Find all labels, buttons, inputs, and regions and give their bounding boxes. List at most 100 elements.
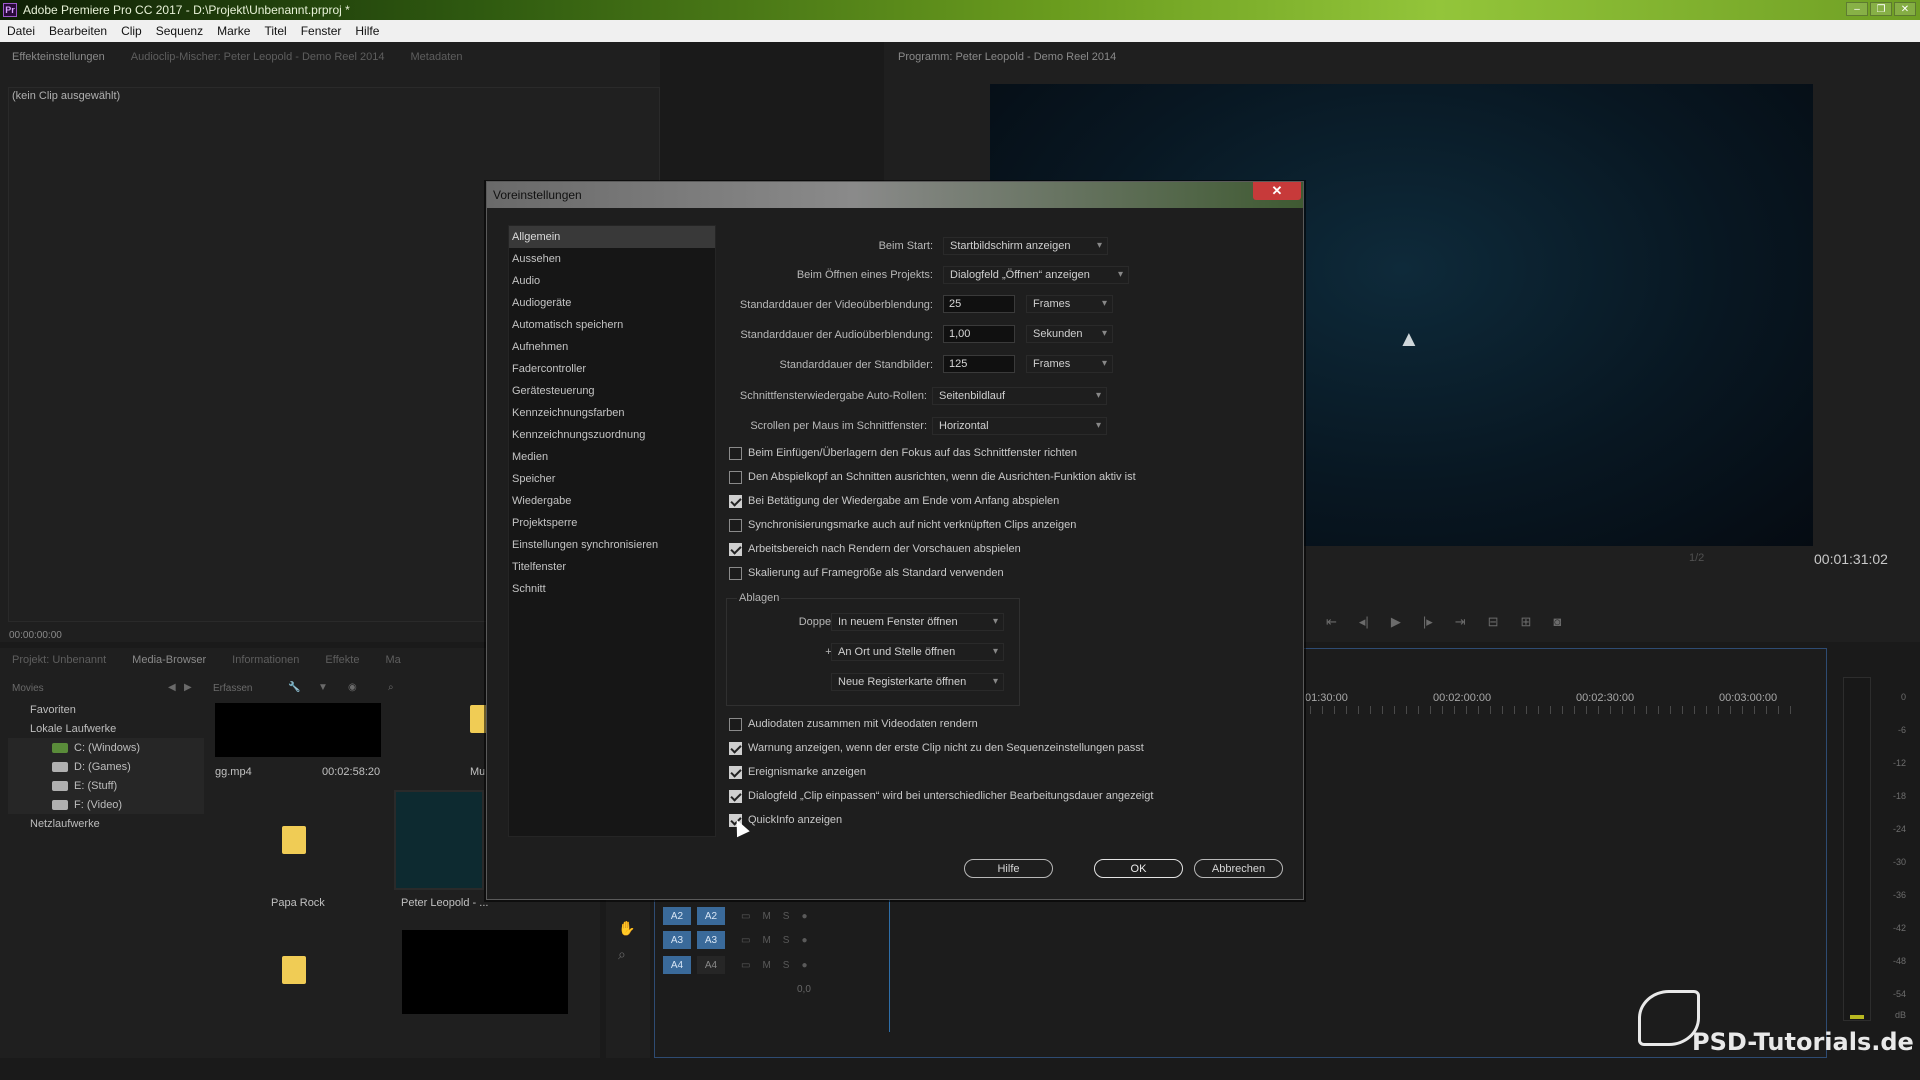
audio-dur-unit-select[interactable]: Sekunden ▾	[1026, 325, 1113, 343]
track-target-a3[interactable]: A3	[697, 931, 725, 949]
back-arrow-icon[interactable]: ◀	[168, 682, 176, 693]
media-thumbnail[interactable]	[402, 930, 568, 1014]
still-dur-unit-select[interactable]: Frames ▾	[1026, 355, 1113, 373]
menu-fenster[interactable]: Fenster	[294, 24, 349, 38]
checkbox-row[interactable]: Audiodaten zusammen mit Videodaten rende…	[729, 716, 978, 732]
checkbox-checked[interactable]	[729, 789, 742, 803]
category-item[interactable]: Projektsperre	[509, 512, 715, 534]
strg-select[interactable]: An Ort und Stelle öffnen ▾	[831, 643, 1004, 661]
tab-more[interactable]: Ma	[373, 654, 414, 666]
effect-timecode[interactable]: 00:00:00:00	[9, 630, 62, 641]
alt-select[interactable]: Neue Registerkarte öffnen ▾	[831, 673, 1004, 691]
timeline-ruler[interactable]	[1310, 706, 1800, 714]
media-thumbnail-selected[interactable]	[394, 790, 484, 890]
checkbox-row[interactable]: Dialogfeld „Clip einpassen“ wird bei unt…	[729, 788, 1153, 804]
checkbox[interactable]	[729, 566, 742, 580]
menu-bearbeiten[interactable]: Bearbeiten	[42, 24, 114, 38]
menu-clip[interactable]: Clip	[114, 24, 149, 38]
category-item[interactable]: Medien	[509, 446, 715, 468]
menu-datei[interactable]: Datei	[0, 24, 42, 38]
checkbox-row[interactable]: Beim Einfügen/Überlagern den Fokus auf d…	[729, 445, 1077, 461]
track-controls[interactable]: ▭MS●	[741, 960, 820, 971]
category-item[interactable]: Wiedergabe	[509, 490, 715, 512]
tab-effekte[interactable]: Effekte	[313, 654, 373, 666]
track-source-a2[interactable]: A2	[663, 907, 691, 925]
menu-marke[interactable]: Marke	[210, 24, 257, 38]
tab-audioclip-mischer[interactable]: Audioclip-Mischer: Peter Leopold - Demo …	[119, 51, 399, 63]
help-button[interactable]: Hilfe	[964, 859, 1053, 878]
hand-tool-icon[interactable]: ✋	[618, 920, 635, 937]
track-controls[interactable]: ▭MS●	[741, 911, 820, 922]
tab-media-browser[interactable]: Media-Browser	[120, 654, 220, 666]
still-dur-input[interactable]: 125	[943, 355, 1015, 373]
overwrite-icon[interactable]: ⊞	[1521, 614, 1532, 630]
erfassen-checkbox[interactable]: Erfassen	[213, 683, 252, 694]
camera-icon[interactable]: ◙	[1553, 614, 1561, 630]
track-target-a4[interactable]: A4	[697, 956, 725, 974]
video-dur-unit-select[interactable]: Frames ▾	[1026, 295, 1113, 313]
checkbox-checked[interactable]	[729, 741, 742, 755]
checkbox-row[interactable]: Warnung anzeigen, wenn der erste Clip ni…	[729, 740, 1144, 756]
beim-oeffnen-select[interactable]: Dialogfeld „Öffnen“ anzeigen ▾	[943, 266, 1129, 284]
checkbox-row[interactable]: Skalierung auf Framegröße als Standard v…	[729, 565, 1004, 581]
tree-drive-d[interactable]: D: (Games)	[8, 757, 204, 776]
tree-netzlaufwerke[interactable]: Netzlaufwerke	[8, 814, 204, 833]
autoroll-select[interactable]: Seitenbildlauf ▾	[932, 387, 1107, 405]
checkbox-checked[interactable]	[729, 765, 742, 779]
eye-icon[interactable]: ◉	[348, 682, 357, 693]
checkbox[interactable]	[729, 446, 742, 460]
scroll-select[interactable]: Horizontal ▾	[932, 417, 1107, 435]
beim-start-select[interactable]: Startbildschirm anzeigen ▾	[943, 237, 1108, 255]
track-target-a2[interactable]: A2	[697, 907, 725, 925]
tree-drive-e[interactable]: E: (Stuff)	[8, 776, 204, 795]
track-source-a3[interactable]: A3	[663, 931, 691, 949]
category-item[interactable]: Fadercontroller	[509, 358, 715, 380]
audio-dur-input[interactable]: 1,00	[943, 325, 1015, 343]
category-allgemein[interactable]: Allgemein	[509, 226, 715, 248]
tab-effekteinstellungen[interactable]: Effekteinstellungen	[0, 51, 119, 63]
doppelklick-select[interactable]: In neuem Fenster öffnen ▾	[831, 613, 1004, 631]
master-volume-value[interactable]: 0,0	[797, 984, 811, 995]
go-to-in-icon[interactable]: ⇤	[1326, 614, 1337, 630]
checkbox-checked[interactable]	[729, 494, 742, 508]
forward-arrow-icon[interactable]: ▶	[184, 682, 192, 693]
restore-icon[interactable]: ❐	[1870, 2, 1892, 16]
folder-icon[interactable]	[282, 956, 306, 984]
menu-hilfe[interactable]: Hilfe	[348, 24, 386, 38]
checkbox-row[interactable]: Den Abspielkopf an Schnitten ausrichten,…	[729, 469, 1136, 485]
track-controls[interactable]: ▭MS●	[741, 935, 820, 946]
category-item[interactable]: Gerätesteuerung	[509, 380, 715, 402]
track-source-a4[interactable]: A4	[663, 956, 691, 974]
tab-informationen[interactable]: Informationen	[220, 654, 313, 666]
tab-projekt[interactable]: Projekt: Unbenannt	[0, 654, 120, 666]
tab-program[interactable]: Programm: Peter Leopold - Demo Reel 2014	[886, 51, 1130, 63]
category-item[interactable]: Aussehen	[509, 248, 715, 270]
checkbox-row[interactable]: Ereignismarke anzeigen	[729, 764, 866, 780]
menu-sequenz[interactable]: Sequenz	[149, 24, 210, 38]
checkbox[interactable]	[729, 470, 742, 484]
folder-icon[interactable]	[282, 826, 306, 854]
play-icon[interactable]: ▶	[1391, 614, 1401, 630]
program-timecode[interactable]: 00:01:31:02	[1814, 551, 1888, 567]
tree-favoriten[interactable]: Favoriten	[8, 700, 204, 719]
insert-icon[interactable]: ⊟	[1488, 614, 1499, 630]
filter-select[interactable]: Movies	[12, 683, 44, 694]
checkbox[interactable]	[729, 717, 742, 731]
video-dur-input[interactable]: 25	[943, 295, 1015, 313]
cancel-button[interactable]: Abbrechen	[1194, 859, 1283, 878]
tree-lokale-laufwerke[interactable]: Lokale Laufwerke	[8, 719, 204, 738]
category-item[interactable]: Schnitt	[509, 578, 715, 600]
close-icon[interactable]: ✕	[1894, 2, 1916, 16]
checkbox[interactable]	[729, 518, 742, 532]
search-icon[interactable]: ⌕	[388, 682, 394, 693]
resolution-select[interactable]: 1/2	[1689, 552, 1704, 564]
zoom-tool-icon[interactable]: ⌕	[618, 946, 626, 963]
checkbox-row[interactable]: Synchronisierungsmarke auch auf nicht ve…	[729, 517, 1076, 533]
category-item[interactable]: Titelfenster	[509, 556, 715, 578]
wrench-icon[interactable]: 🔧	[288, 682, 300, 693]
filter-icon[interactable]: ▼	[318, 682, 328, 693]
checkbox-checked[interactable]	[729, 542, 742, 556]
category-item[interactable]: Audiogeräte	[509, 292, 715, 314]
tree-drive-f[interactable]: F: (Video)	[8, 795, 204, 814]
minimize-icon[interactable]: –	[1846, 2, 1868, 16]
